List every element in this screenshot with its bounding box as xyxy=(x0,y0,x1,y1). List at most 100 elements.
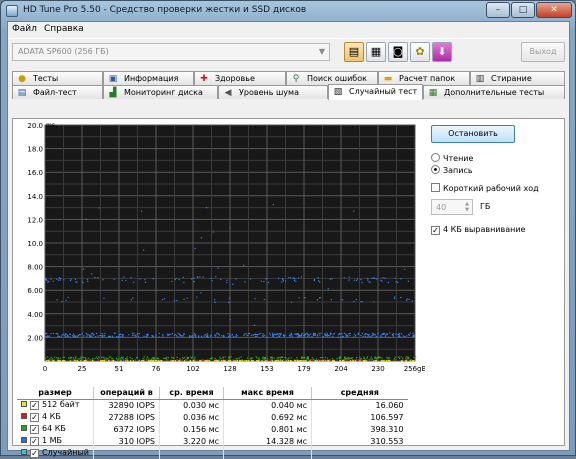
size-cell[interactable]: ✓ Случайный xyxy=(17,447,94,459)
size-cell[interactable]: ✓ 64 КБ xyxy=(17,423,94,435)
chevron-down-icon: ▼ xyxy=(318,47,325,56)
series-1mb-point xyxy=(360,334,362,337)
series-4kb-point xyxy=(71,359,73,361)
series-1mb-point xyxy=(232,283,234,285)
series-64kb-point xyxy=(302,357,304,359)
maximize-button[interactable]: □ xyxy=(511,2,535,18)
series-4kb-point xyxy=(351,359,354,361)
series-1mb-point xyxy=(182,276,184,278)
series-512b-point xyxy=(69,360,71,362)
series-1mb-point xyxy=(373,277,375,279)
series-64kb-point xyxy=(280,356,283,358)
tab-info[interactable]: ▣ Информация xyxy=(103,71,194,85)
size-cell[interactable]: ✓ 4 КБ xyxy=(17,411,94,423)
tab-disk-monitor[interactable]: ▟ Мониторинг диска xyxy=(103,85,218,99)
save-icon[interactable]: ⬇ xyxy=(432,42,452,62)
series-64kb-point xyxy=(103,356,105,358)
series-checkbox[interactable]: ✓ xyxy=(30,401,39,411)
exit-button[interactable]: Выход xyxy=(521,42,565,62)
series-1mb-point xyxy=(215,276,217,278)
camera-icon[interactable]: ◙ xyxy=(388,42,408,62)
series-checkbox[interactable]: ✓ xyxy=(30,449,39,458)
x-tick-label: 0 xyxy=(43,365,47,373)
tab-health[interactable]: ✚ Здоровье xyxy=(194,71,286,85)
series-64kb-point xyxy=(193,358,195,360)
series-1mb-point xyxy=(408,298,410,300)
series-checkbox[interactable]: ✓ xyxy=(30,425,39,434)
series-4kb-point xyxy=(184,359,187,361)
series-512b-point xyxy=(261,360,263,362)
series-64kb-point xyxy=(370,356,372,358)
series-1mb-point xyxy=(357,333,360,335)
series-64kb-point xyxy=(296,357,298,359)
tab-tests[interactable]: ● Тесты xyxy=(12,71,103,85)
x-tick-label: 230 xyxy=(371,365,384,373)
stop-button[interactable]: Остановить xyxy=(431,125,515,143)
series-64kb-point xyxy=(120,358,122,360)
series-1mb-point xyxy=(267,281,269,283)
series-checkbox[interactable]: ✓ xyxy=(30,437,39,446)
series-512b-point xyxy=(325,360,327,362)
tab-random-access[interactable]: ▧ Случайный тест xyxy=(328,84,423,100)
align-4k-checkbox[interactable]: ✓ 4 КБ выравнивание xyxy=(431,225,525,235)
write-radio[interactable]: Запись xyxy=(431,165,473,175)
series-64kb-point xyxy=(364,358,366,360)
series-1mb-point xyxy=(316,334,319,336)
options-icon[interactable]: ✿ xyxy=(410,42,430,62)
series-512b-point xyxy=(148,360,150,362)
series-512b-point xyxy=(266,360,268,362)
series-1mb-point xyxy=(324,333,326,335)
minimize-button[interactable]: – xyxy=(486,2,510,18)
series-1mb-point xyxy=(353,300,355,303)
series-1mb-point xyxy=(152,335,154,337)
series-1mb-point xyxy=(361,332,363,335)
series-64kb-point xyxy=(157,357,159,360)
tab-extra-tests[interactable]: ▦ Дополнительные тесты xyxy=(423,85,565,99)
col-max: макс время xyxy=(223,387,312,400)
copy-all-icon[interactable]: ▦ xyxy=(366,42,386,62)
series-64kb-point xyxy=(105,357,107,359)
series-512b-point xyxy=(333,360,335,362)
y-tick-label: 10.0 xyxy=(27,240,43,248)
series-1mb-point xyxy=(372,334,374,336)
series-512b-point xyxy=(224,360,226,362)
series-512b-point xyxy=(138,359,140,362)
tab-folder-usage[interactable]: ▬ Расчет папок xyxy=(378,71,470,85)
series-1mb-point xyxy=(132,297,134,299)
series-512b-point xyxy=(125,360,127,362)
read-radio[interactable]: Чтение xyxy=(431,153,473,163)
series-512b-point xyxy=(159,360,161,362)
spinner-arrows-icon[interactable]: ▲ ▼ xyxy=(463,201,471,213)
close-button[interactable]: ✕ xyxy=(536,2,572,18)
short-stroke-spinner[interactable]: 40 ▲ ▼ xyxy=(431,199,473,215)
series-1mb-point xyxy=(275,333,277,336)
short-stroke-checkbox[interactable]: Короткий рабочий ход xyxy=(431,183,539,193)
series-1mb-point xyxy=(177,332,179,334)
series-1mb-point xyxy=(341,333,343,335)
series-1mb-point xyxy=(265,278,267,280)
series-1mb-point xyxy=(137,335,139,337)
menu-help[interactable]: Справка xyxy=(44,24,84,34)
series-1mb-point xyxy=(293,277,295,279)
series-1mb-point xyxy=(381,336,383,338)
size-cell[interactable]: ✓ 1 МБ xyxy=(17,435,94,447)
copy-icon[interactable]: ▤ xyxy=(344,42,364,62)
series-64kb-point xyxy=(351,357,353,359)
series-1mb-point xyxy=(264,334,266,337)
title-bar[interactable]: HD Tune Pro 5.50 - Средство проверки жес… xyxy=(1,1,575,21)
tab-erase[interactable]: ▥ Стирание xyxy=(470,71,565,85)
max-cell xyxy=(223,447,312,459)
series-1mb-point xyxy=(367,279,369,281)
series-checkbox[interactable]: ✓ xyxy=(30,413,39,422)
series-1mb-point xyxy=(214,299,216,301)
tab-error-scan[interactable]: ⚲ Поиск ошибок xyxy=(286,71,378,85)
menu-file[interactable]: Файл xyxy=(12,24,37,34)
drive-select[interactable]: ADATA SP600 (256 ГБ) ▼ xyxy=(12,43,330,61)
tab-noise-level[interactable]: ◀ Уровень шума xyxy=(218,85,328,99)
series-512b-point xyxy=(319,360,321,362)
tab-file-test[interactable]: ▤ Файл-тест xyxy=(12,85,103,99)
series-1mb-point xyxy=(262,335,265,337)
series-1mb-point xyxy=(103,297,105,299)
size-cell[interactable]: ✓ 512 байт xyxy=(17,399,94,411)
series-1mb-point xyxy=(254,335,256,337)
